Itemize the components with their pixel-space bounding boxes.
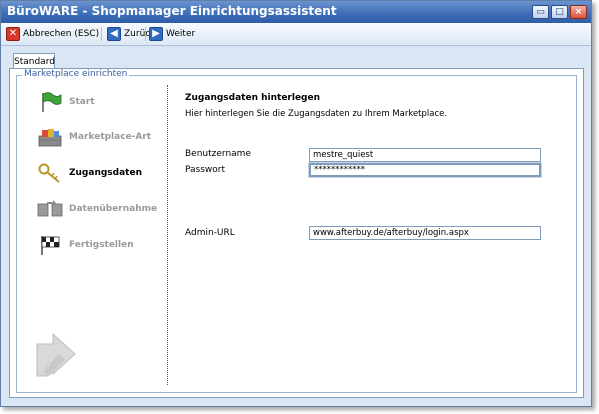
admin-url-field[interactable]: www.afterbuy.de/afterbuy/login.aspx bbox=[309, 226, 541, 240]
step-start: Start bbox=[37, 91, 95, 113]
step-label: Start bbox=[69, 97, 95, 107]
cancel-button-label: Abbrechen (ESC) bbox=[23, 28, 100, 39]
step-marketplace-art: Marketplace-Art bbox=[37, 126, 151, 148]
window-title: BüroWARE - Shopmanager Einrichtungsassis… bbox=[7, 4, 337, 18]
cancel-button[interactable]: ✕ Abbrechen (ESC) bbox=[6, 25, 99, 42]
cancel-x-icon: ✕ bbox=[6, 26, 20, 41]
password-label: Passwort bbox=[185, 165, 226, 175]
toolbar: ✕ Abbrechen (ESC) ◀ Zurück ▶ Weiter bbox=[1, 23, 591, 46]
admin-url-label: Admin-URL bbox=[185, 228, 235, 238]
wizard-window: BüroWARE - Shopmanager Einrichtungsassis… bbox=[0, 0, 592, 407]
green-flag-icon bbox=[37, 91, 63, 113]
steps-divider bbox=[167, 85, 168, 385]
restore-icon[interactable]: ▭ bbox=[532, 5, 549, 19]
step-zugangsdaten: Zugangsdaten bbox=[37, 162, 142, 184]
decorative-arrow-icon bbox=[29, 314, 89, 380]
next-button[interactable]: ▶ Weiter bbox=[149, 25, 195, 42]
data-transfer-icon bbox=[37, 198, 63, 220]
step-datenuebernahme: Datenübernahme bbox=[37, 198, 157, 220]
username-field[interactable]: mestre_quiest bbox=[309, 148, 541, 162]
arrow-left-icon: ◀ bbox=[107, 26, 121, 41]
window-controls: ▭ □ × bbox=[532, 5, 587, 19]
step-label: Zugangsdaten bbox=[69, 168, 142, 178]
tab-bar: Standard bbox=[1, 46, 591, 69]
checkered-flag-icon bbox=[37, 234, 63, 256]
tab-panel: Marketplace einrichten Start Marketplace… bbox=[9, 68, 584, 398]
marketplace-group: Marketplace einrichten Start Marketplace… bbox=[16, 69, 577, 393]
next-button-label: Weiter bbox=[166, 28, 196, 39]
page-description: Hier hinterlegen Sie die Zugangsdaten zu… bbox=[185, 109, 448, 119]
page-heading: Zugangsdaten hinterlegen bbox=[185, 93, 321, 103]
step-label: Fertigstellen bbox=[69, 240, 134, 250]
close-icon[interactable]: × bbox=[570, 5, 587, 19]
step-label: Datenübernahme bbox=[69, 204, 158, 214]
maximize-icon[interactable]: □ bbox=[551, 5, 568, 19]
step-fertigstellen: Fertigstellen bbox=[37, 234, 134, 256]
keys-icon bbox=[37, 162, 63, 184]
step-label: Marketplace-Art bbox=[69, 132, 152, 142]
password-field[interactable]: ************ bbox=[308, 162, 542, 178]
toolbar-separator bbox=[145, 27, 146, 41]
toolbar-separator bbox=[101, 27, 102, 41]
tab-standard[interactable]: Standard bbox=[13, 53, 55, 69]
group-legend: Marketplace einrichten bbox=[22, 69, 130, 79]
shopping-basket-icon bbox=[37, 126, 63, 148]
arrow-right-icon: ▶ bbox=[149, 26, 163, 41]
username-label: Benutzername bbox=[185, 149, 251, 159]
title-bar[interactable]: BüroWARE - Shopmanager Einrichtungsassis… bbox=[1, 1, 591, 23]
